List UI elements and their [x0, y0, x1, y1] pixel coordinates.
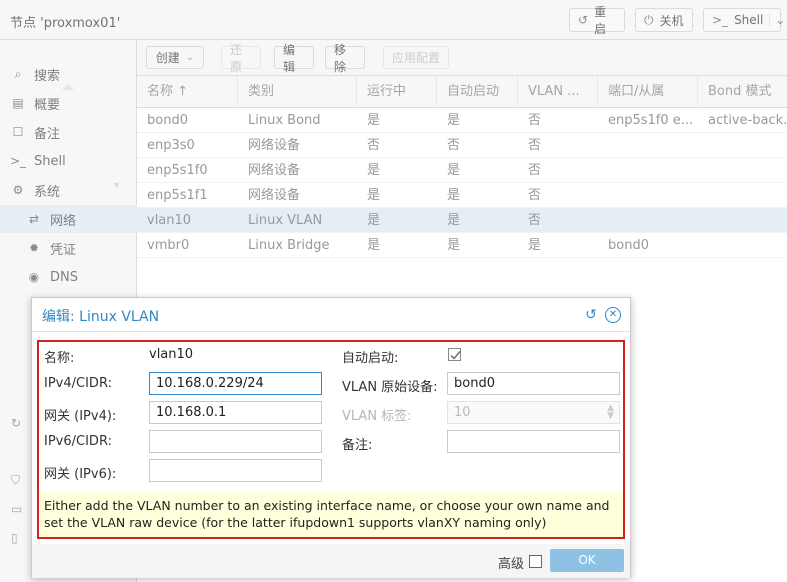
- close-icon[interactable]: ✕: [605, 307, 621, 323]
- ok-button[interactable]: OK: [550, 549, 624, 572]
- ipv4-cidr-input[interactable]: 10.168.0.229/24: [149, 372, 322, 395]
- edit-vlan-dialog: 编辑: Linux VLAN ↺ ✕ 名称: vlan10 IPv4/CIDR:…: [31, 297, 631, 578]
- dialog-footer: 高级 OK: [32, 544, 630, 578]
- autostart-label: 自动启动:: [342, 351, 399, 366]
- vlan-hint-note: Either add the VLAN number to an existin…: [39, 491, 623, 537]
- ipv6-label: IPv6/CIDR:: [44, 434, 112, 449]
- dialog-form: 名称: vlan10 IPv4/CIDR: 10.168.0.229/24 网关…: [32, 332, 630, 544]
- comment-label: 备注:: [342, 438, 373, 453]
- dialog-header: 编辑: Linux VLAN ↺ ✕: [32, 298, 630, 332]
- ipv6-cidr-input[interactable]: [149, 430, 322, 453]
- name-label: 名称:: [44, 351, 75, 366]
- autostart-checkbox[interactable]: [448, 348, 461, 361]
- gateway-ipv4-input[interactable]: 10.168.0.1: [149, 401, 322, 424]
- highlight-box: 名称: vlan10 IPv4/CIDR: 10.168.0.229/24 网关…: [37, 340, 625, 539]
- gateway-ipv6-label: 网关 (IPv6):: [44, 467, 117, 482]
- reset-icon[interactable]: ↺: [583, 307, 599, 323]
- comment-input[interactable]: [447, 430, 620, 453]
- vlan-tag-value: 10: [454, 405, 471, 420]
- ipv4-label: IPv4/CIDR:: [44, 376, 112, 391]
- checkmark-icon: [450, 351, 461, 360]
- vlan-raw-device-input[interactable]: bond0: [447, 372, 620, 395]
- gateway-ipv6-input[interactable]: [149, 459, 322, 482]
- advanced-label: 高级: [498, 557, 525, 572]
- gateway-ipv4-label: 网关 (IPv4):: [44, 409, 117, 424]
- vlan-tag-spinner[interactable]: 10 ▲ ▼: [447, 401, 620, 424]
- spinner-arrows-icon[interactable]: ▲ ▼: [607, 404, 614, 421]
- name-value: vlan10: [149, 347, 194, 362]
- vlan-tag-label: VLAN 标签:: [342, 409, 412, 424]
- advanced-checkbox[interactable]: [529, 555, 542, 568]
- dialog-title: 编辑: Linux VLAN: [42, 309, 160, 325]
- vlan-raw-device-label: VLAN 原始设备:: [342, 380, 438, 395]
